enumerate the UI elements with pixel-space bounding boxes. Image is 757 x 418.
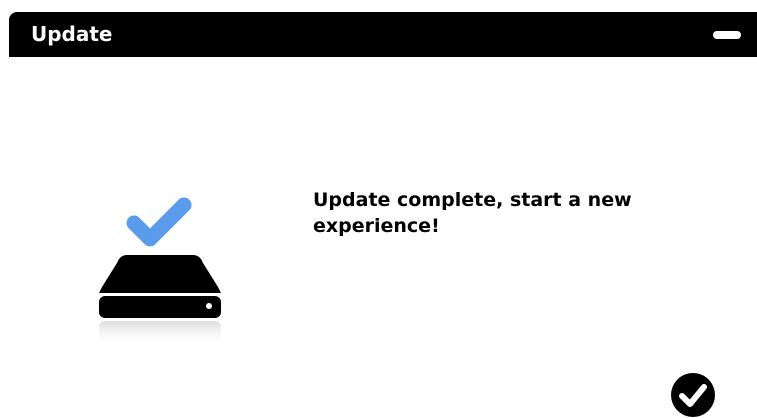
checkmark-icon <box>126 197 192 247</box>
update-message: Update complete, start a new experience! <box>313 189 632 237</box>
update-window: Update Update complete, start a new expe… <box>0 0 757 418</box>
minimize-icon <box>713 31 741 39</box>
drive-check-icon <box>90 185 230 355</box>
confirm-button[interactable] <box>670 372 716 418</box>
title-bar: Update <box>9 12 757 57</box>
window-title: Update <box>31 22 113 46</box>
check-circle-icon <box>671 373 715 417</box>
minimize-button[interactable] <box>707 18 747 50</box>
